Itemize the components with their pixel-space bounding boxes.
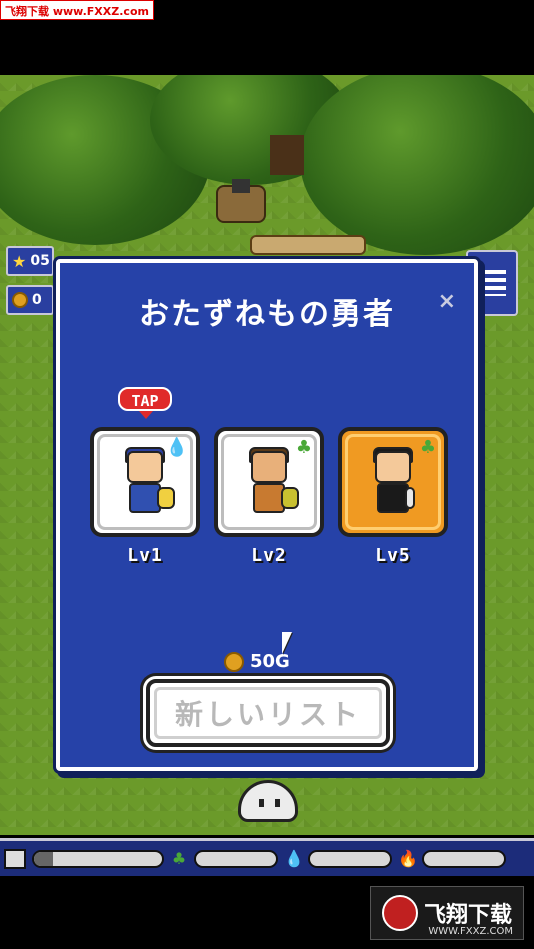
hero-card-3[interactable]: ♣ — [338, 427, 448, 537]
tree-trunk — [270, 135, 304, 175]
progress-bar-fire — [422, 849, 506, 868]
barn-icon[interactable] — [4, 848, 26, 869]
star-counter: ★ 05 — [6, 246, 54, 276]
coin-icon — [224, 651, 244, 672]
hero-ranger-sprite — [237, 445, 301, 519]
new-list-button[interactable]: 新しいリスト — [146, 679, 390, 747]
axe-icon — [232, 179, 250, 193]
hero-level-3: Lv5 — [375, 545, 411, 566]
dialog-title: おたずねもの勇者 — [139, 297, 395, 332]
new-list-label: 新しいリスト — [174, 698, 361, 731]
hero-card-2[interactable]: ♣ — [214, 427, 324, 537]
pointer-cursor-icon — [282, 632, 292, 654]
tap-badge: TAP — [118, 387, 172, 411]
close-icon[interactable]: × — [438, 289, 456, 314]
watermark-title: 飞翔下载 — [423, 903, 512, 928]
coin-value: 0 — [32, 292, 42, 308]
progress-bar-leaf — [194, 849, 278, 868]
watermark-top: 飞翔下载 www.FXXZ.com — [0, 0, 154, 20]
price-value: 50G — [250, 651, 290, 672]
wanted-hero-dialog: おたずねもの勇者 × TAP 💧 Lv1 ♣ Lv2 ♣ Lv5 50G 新しい… — [56, 259, 478, 771]
hero-knight-sprite — [113, 445, 177, 519]
tap-arrow-icon — [139, 411, 153, 419]
progress-bar-water — [308, 849, 392, 868]
progress-fill — [34, 851, 54, 866]
star-icon: ★ — [12, 251, 27, 271]
coin-counter: 0 — [6, 285, 54, 315]
watermark-logo-icon — [381, 895, 418, 931]
price: 50G — [224, 651, 290, 672]
progress-bar-main — [32, 849, 164, 868]
coin-icon — [12, 292, 28, 308]
resource-bar: ♣ 💧 🔥 — [0, 838, 534, 876]
leaf-icon: ♣ — [171, 849, 187, 868]
watermark-url: WWW.FXXZ.COM — [428, 926, 513, 937]
hero-ninja-sprite — [361, 445, 425, 519]
wood-log — [250, 235, 366, 255]
hero-level-1: Lv1 — [127, 545, 163, 566]
fire-icon: 🔥 — [398, 849, 418, 868]
list-menu-icon — [478, 270, 506, 296]
star-value: 05 — [30, 253, 50, 269]
water-drop-icon: 💧 — [284, 849, 304, 868]
hero-level-2: Lv2 — [251, 545, 287, 566]
watermark-bottom: 飞翔下载 WWW.FXXZ.COM — [370, 886, 524, 940]
hero-card-1[interactable]: 💧 — [90, 427, 200, 537]
